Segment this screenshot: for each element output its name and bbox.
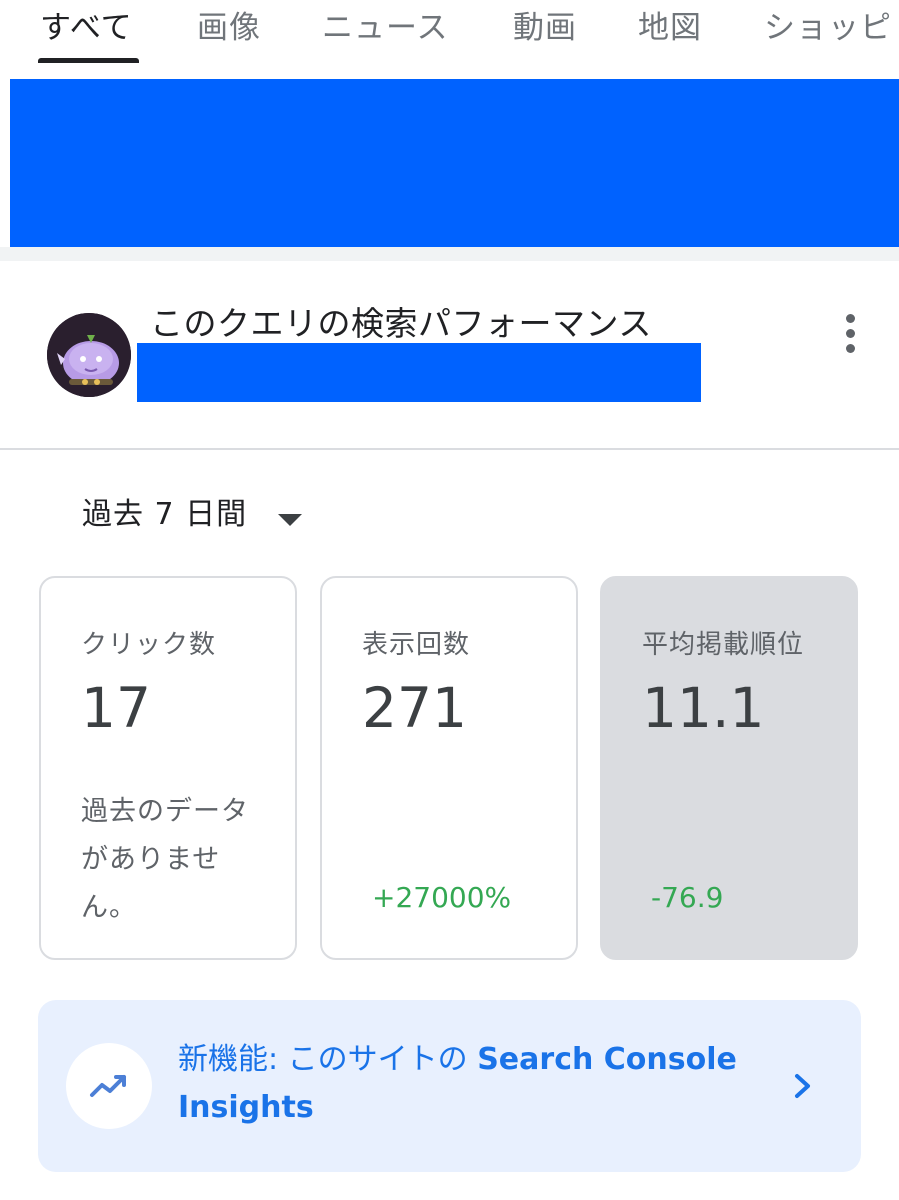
- metric-note: 過去のデータがありません。: [81, 796, 249, 923]
- redacted-query: [137, 343, 701, 402]
- metric-change: -76.9: [651, 881, 724, 914]
- metric-value: 17: [81, 676, 151, 740]
- section-separator: [0, 247, 899, 261]
- search-console-insights-banner[interactable]: 新機能: このサイトの Search Console Insights: [38, 1000, 861, 1172]
- redacted-block: [10, 79, 899, 247]
- metric-label: 表示回数: [362, 630, 471, 660]
- performance-card-header: このクエリの検索パフォーマンス: [0, 261, 899, 449]
- metric-value: 11.1: [642, 676, 765, 740]
- avatar: [47, 313, 131, 397]
- tab-images[interactable]: 画像: [197, 8, 261, 48]
- insights-lead: 新機能: このサイトの: [178, 1042, 468, 1077]
- metric-value: 271: [362, 676, 467, 740]
- card-title: このクエリの検索パフォーマンス: [150, 304, 652, 343]
- metric-card-impressions[interactable]: 表示回数 271 +27000%: [320, 576, 578, 960]
- metric-change: +27000%: [372, 881, 512, 914]
- dropdown-caret-icon[interactable]: [278, 514, 302, 526]
- tab-shopping[interactable]: ショッピ: [764, 8, 892, 48]
- metric-label: 平均掲載順位: [642, 630, 805, 660]
- tab-news[interactable]: ニュース: [322, 8, 448, 48]
- search-tabs: すべて 画像 ニュース 動画 地図 ショッピ: [0, 0, 899, 72]
- tab-maps[interactable]: 地図: [638, 8, 702, 48]
- insights-icon-container: [66, 1043, 152, 1129]
- chevron-right-icon[interactable]: [788, 1066, 818, 1106]
- tab-videos[interactable]: 動画: [513, 8, 577, 48]
- tab-all[interactable]: すべて: [40, 8, 133, 48]
- active-tab-indicator: [38, 58, 139, 63]
- metric-card-avg-position[interactable]: 平均掲載順位 11.1 -76.9: [600, 576, 858, 960]
- metric-card-clicks[interactable]: クリック数 17 過去のデータがありません。: [39, 576, 297, 960]
- date-range-selector[interactable]: 過去 7 日間: [82, 493, 247, 537]
- insights-text[interactable]: 新機能: このサイトの Search Console Insights: [178, 1036, 778, 1132]
- more-vert-icon[interactable]: [836, 311, 866, 355]
- metric-label: クリック数: [81, 630, 217, 660]
- avatar-image: [47, 313, 131, 397]
- divider: [0, 448, 899, 450]
- trending-up-icon: [90, 1075, 126, 1097]
